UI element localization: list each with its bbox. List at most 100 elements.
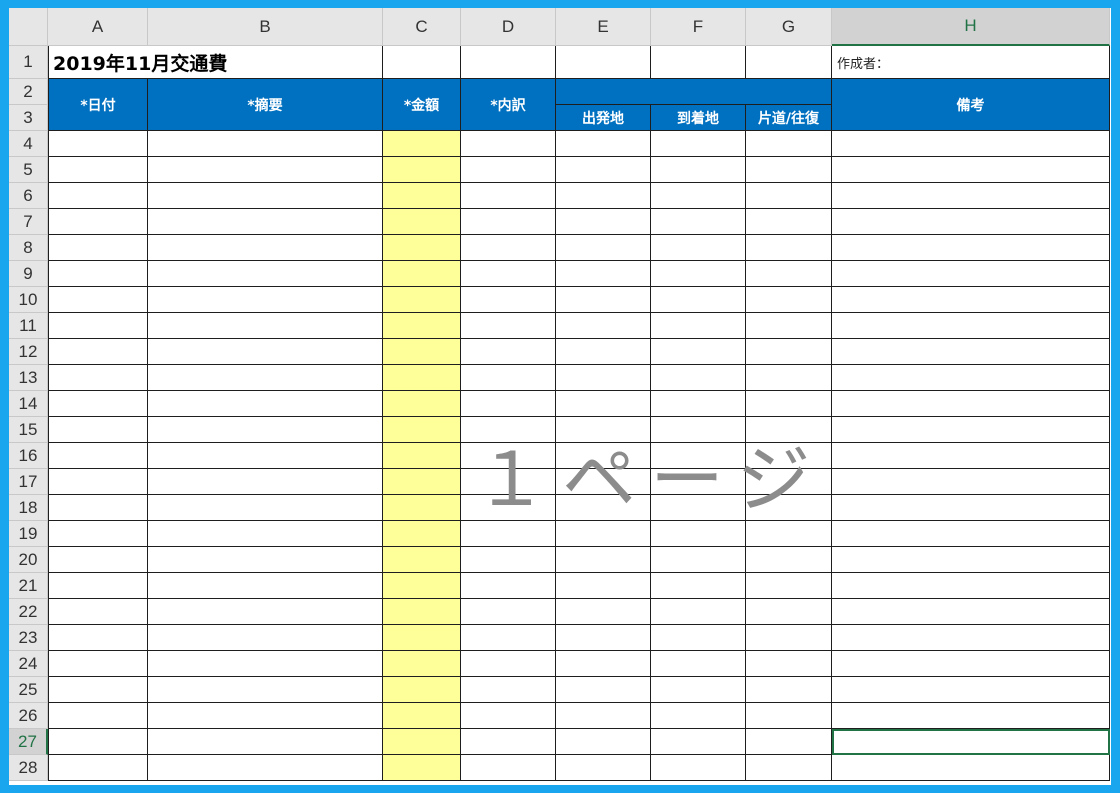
data-cell[interactable] [461, 183, 556, 209]
data-cell[interactable] [48, 261, 148, 287]
data-cell[interactable] [832, 391, 1110, 417]
data-cell[interactable] [832, 235, 1110, 261]
data-cell[interactable] [461, 235, 556, 261]
data-cell[interactable] [461, 469, 556, 495]
header-breakdown[interactable]: *内訳 [461, 79, 556, 131]
data-cell[interactable] [148, 443, 383, 469]
data-cell[interactable] [832, 313, 1110, 339]
data-cell[interactable] [832, 365, 1110, 391]
data-cell[interactable] [461, 729, 556, 755]
data-cell[interactable] [746, 599, 832, 625]
data-cell[interactable] [832, 651, 1110, 677]
data-cell[interactable] [148, 729, 383, 755]
data-cell[interactable] [148, 495, 383, 521]
data-cell[interactable] [746, 131, 832, 157]
data-cell[interactable] [556, 599, 651, 625]
data-cell[interactable] [746, 547, 832, 573]
data-cell[interactable] [461, 209, 556, 235]
data-cell[interactable] [556, 443, 651, 469]
data-cell[interactable] [651, 183, 746, 209]
data-cell[interactable] [556, 703, 651, 729]
data-cell[interactable] [556, 365, 651, 391]
data-cell[interactable] [48, 131, 148, 157]
data-cell[interactable] [556, 131, 651, 157]
data-cell[interactable] [651, 677, 746, 703]
data-cell[interactable] [383, 183, 461, 209]
data-cell[interactable] [746, 469, 832, 495]
data-cell[interactable] [746, 339, 832, 365]
data-cell[interactable] [832, 209, 1110, 235]
data-cell[interactable] [48, 183, 148, 209]
data-cell[interactable] [461, 339, 556, 365]
data-cell[interactable] [461, 157, 556, 183]
data-cell[interactable] [832, 417, 1110, 443]
data-cell[interactable] [746, 183, 832, 209]
data-cell[interactable] [383, 417, 461, 443]
data-cell[interactable] [383, 287, 461, 313]
header-arrival[interactable]: 到着地 [651, 105, 746, 131]
row-header-12[interactable]: 12 [9, 339, 48, 365]
data-cell[interactable] [383, 755, 461, 781]
data-cell[interactable] [556, 651, 651, 677]
data-cell[interactable] [556, 625, 651, 651]
data-cell[interactable] [556, 287, 651, 313]
data-cell[interactable] [48, 547, 148, 573]
data-cell[interactable] [746, 313, 832, 339]
data-cell[interactable] [48, 677, 148, 703]
row-header-5[interactable]: 5 [9, 157, 48, 183]
data-cell[interactable] [746, 287, 832, 313]
data-cell[interactable] [746, 573, 832, 599]
row-header-11[interactable]: 11 [9, 313, 48, 339]
data-cell[interactable] [651, 495, 746, 521]
data-cell[interactable] [832, 469, 1110, 495]
column-header-h[interactable]: H [832, 8, 1110, 46]
data-cell[interactable] [461, 677, 556, 703]
data-cell[interactable] [148, 573, 383, 599]
data-cell[interactable] [148, 313, 383, 339]
data-cell[interactable] [556, 183, 651, 209]
data-cell[interactable] [461, 443, 556, 469]
data-cell[interactable] [651, 625, 746, 651]
data-cell[interactable] [148, 417, 383, 443]
data-cell[interactable] [48, 339, 148, 365]
data-cell[interactable] [832, 625, 1110, 651]
data-cell[interactable] [48, 651, 148, 677]
data-cell[interactable] [383, 625, 461, 651]
row-header-7[interactable]: 7 [9, 209, 48, 235]
column-header-e[interactable]: E [556, 8, 651, 46]
select-all-corner[interactable] [9, 8, 48, 46]
data-cell[interactable] [832, 703, 1110, 729]
data-cell[interactable] [461, 651, 556, 677]
data-cell[interactable] [746, 235, 832, 261]
data-cell[interactable] [556, 391, 651, 417]
data-cell[interactable] [651, 703, 746, 729]
data-cell[interactable] [651, 131, 746, 157]
data-cell[interactable] [383, 313, 461, 339]
data-cell[interactable] [651, 651, 746, 677]
data-cell[interactable] [746, 417, 832, 443]
cell-row1[interactable] [746, 46, 832, 79]
column-header-d[interactable]: D [461, 8, 556, 46]
row-header-21[interactable]: 21 [9, 573, 48, 599]
data-cell[interactable] [383, 339, 461, 365]
cell-row1[interactable] [383, 46, 461, 79]
cell-row1[interactable] [461, 46, 556, 79]
data-cell[interactable] [651, 235, 746, 261]
data-cell[interactable] [461, 625, 556, 651]
row-header-24[interactable]: 24 [9, 651, 48, 677]
data-cell[interactable] [746, 443, 832, 469]
data-cell[interactable] [148, 755, 383, 781]
data-cell[interactable] [832, 183, 1110, 209]
data-cell[interactable] [651, 287, 746, 313]
data-cell[interactable] [383, 469, 461, 495]
data-cell[interactable] [651, 209, 746, 235]
data-cell[interactable] [746, 391, 832, 417]
data-cell[interactable] [383, 261, 461, 287]
data-cell[interactable] [148, 131, 383, 157]
author-label-cell[interactable]: 作成者： [832, 46, 1110, 79]
row-header-15[interactable]: 15 [9, 417, 48, 443]
data-cell[interactable] [383, 235, 461, 261]
data-cell[interactable] [651, 573, 746, 599]
data-cell[interactable] [383, 573, 461, 599]
row-header-25[interactable]: 25 [9, 677, 48, 703]
